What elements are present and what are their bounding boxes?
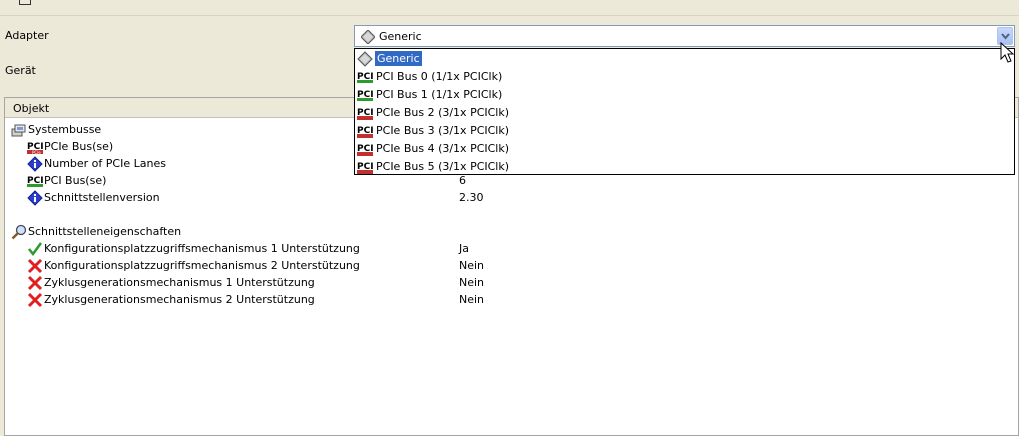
dropdown-option-pcie-bus-5[interactable]: PCI PCIe Bus 5 (3/1x PCIClk) xyxy=(355,158,1014,176)
value-schnittstellenversion: 2.30 xyxy=(459,191,484,204)
value-zyklus-1: Nein xyxy=(459,276,485,289)
magnifier-icon xyxy=(11,224,27,240)
dropdown-option-pcie-bus-4[interactable]: PCI PCIe Bus 4 (3/1x PCIClk) xyxy=(355,140,1014,158)
dropdown-option-pci-bus-0[interactable]: PCI PCI Bus 0 (1/1x PCIClk) xyxy=(355,68,1014,86)
adapter-dropdown-list[interactable]: Generic PCI PCI Bus 0 (1/1x PCIClk) PCI … xyxy=(354,48,1015,175)
dropdown-option-pci-bus-1[interactable]: PCI PCI Bus 1 (1/1x PCIClk) xyxy=(355,86,1014,104)
dropdown-option-pcie-bus-2[interactable]: PCI PCIe Bus 2 (3/1x PCIClk) xyxy=(355,104,1014,122)
dropdown-option-generic[interactable]: Generic xyxy=(355,50,1014,68)
pcie-icon: PCI PCIe xyxy=(27,139,44,155)
toolbar-strip xyxy=(0,0,1019,16)
chevron-down-icon xyxy=(1001,33,1010,40)
pcie-icon: PCI xyxy=(357,141,374,157)
pci-icon: PCI xyxy=(27,173,44,189)
toolbar-icon-fragment xyxy=(19,0,31,5)
diamond-icon xyxy=(357,51,373,67)
value-zyklus-2: Nein xyxy=(459,293,485,306)
dropdown-option-pcie-bus-3[interactable]: PCI PCIe Bus 3 (3/1x PCIClk) xyxy=(355,122,1014,140)
pci-icon: PCI xyxy=(357,87,374,103)
info-diamond-icon xyxy=(27,156,43,172)
pcie-icon: PCI xyxy=(357,159,374,175)
system-bus-icon xyxy=(11,122,27,138)
adapter-label: Adapter xyxy=(5,29,49,42)
cross-icon xyxy=(27,292,43,308)
device-label: Gerät xyxy=(5,64,36,77)
mouse-cursor-icon xyxy=(1000,42,1015,63)
adapter-select[interactable]: Generic xyxy=(354,25,1015,47)
svg-text:PCIe: PCIe xyxy=(32,150,41,155)
value-konfig-1: Ja xyxy=(459,242,469,255)
cross-icon xyxy=(27,258,43,274)
diamond-icon xyxy=(360,29,376,47)
info-diamond-icon xyxy=(27,190,43,206)
adapter-select-value: Generic xyxy=(379,30,422,43)
pcie-icon: PCI xyxy=(357,105,374,121)
cross-icon xyxy=(27,275,43,291)
check-icon xyxy=(27,241,43,257)
value-konfig-2: Nein xyxy=(459,259,485,272)
pci-icon: PCI xyxy=(357,69,374,85)
pcie-icon: PCI xyxy=(357,123,374,139)
